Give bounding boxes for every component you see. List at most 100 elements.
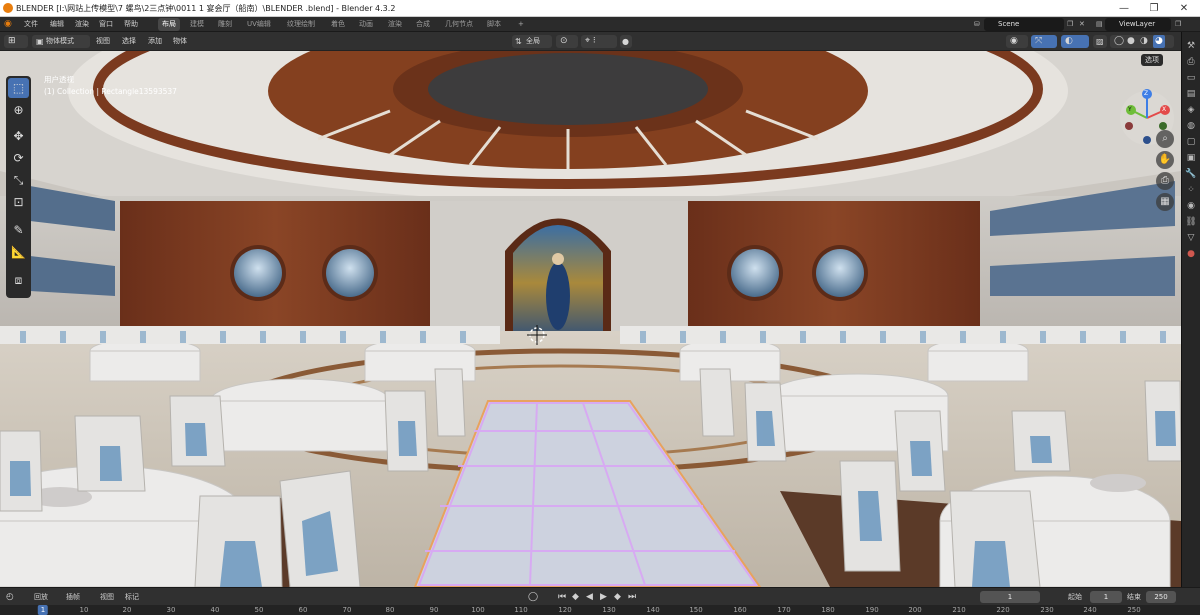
jump-end-icon[interactable]: ⏭ (628, 591, 636, 603)
measure-icon[interactable]: 📐 (8, 242, 29, 262)
transform-icon[interactable]: ⊡ (8, 192, 29, 212)
menu-window[interactable]: 窗口 (97, 19, 115, 30)
viewport-menu-add[interactable]: 添加 (148, 35, 162, 48)
menu-render[interactable]: 渲染 (73, 19, 91, 30)
keying-menu[interactable]: 插帧 (66, 591, 80, 603)
minimize-button[interactable]: — (1110, 1, 1138, 16)
editor-type-button[interactable]: ⊞ (4, 35, 28, 48)
next-keyframe-icon[interactable]: ◆ (614, 591, 621, 603)
tab-shading[interactable]: 着色 (327, 18, 349, 31)
new-scene-icon[interactable]: ❐ (1065, 19, 1075, 30)
tab-compositing[interactable]: 合成 (412, 18, 434, 31)
wireframe-shading-icon[interactable]: ◯ (1114, 35, 1124, 48)
material-properties-icon[interactable]: ● (1185, 248, 1197, 260)
tab-uv-editing[interactable]: UV编辑 (243, 18, 275, 31)
tool-properties-icon[interactable]: ⚒ (1185, 40, 1197, 52)
maximize-button[interactable]: ❐ (1140, 1, 1168, 16)
mode-selector[interactable]: ▣ 物体模式 (32, 35, 90, 48)
auto-keying-icon[interactable]: ◯ (528, 591, 538, 603)
tab-texture-paint[interactable]: 纹理绘制 (283, 18, 319, 31)
delete-scene-icon[interactable]: ✕ (1077, 19, 1087, 30)
scene-icon[interactable]: ⛁ (972, 19, 982, 30)
grid-ortho-icon[interactable]: ▦ (1156, 193, 1174, 211)
menu-file[interactable]: 文件 (22, 19, 40, 30)
end-frame-field[interactable]: 250 (1146, 591, 1176, 603)
tab-geometry-nodes[interactable]: 几何节点 (441, 18, 477, 31)
shading-mode-selector[interactable]: ◯ ● ◑ ◕ (1110, 35, 1174, 48)
collection-properties-icon[interactable]: ▢ (1185, 136, 1197, 148)
timeline-editor-type-icon[interactable]: ◴ (6, 591, 14, 603)
play-icon[interactable]: ▶ (600, 591, 607, 603)
pivot-point-selector[interactable]: ⊙ (556, 35, 578, 48)
marker-menu[interactable]: 标记 (125, 591, 139, 603)
start-frame-field[interactable]: 1 (1090, 591, 1122, 603)
scale-icon[interactable]: ⤡ (8, 170, 29, 190)
xray-toggle[interactable]: ▨ (1093, 35, 1107, 48)
options-dropdown[interactable]: 选项 (1141, 54, 1163, 66)
tab-scripting[interactable]: 脚本 (483, 18, 505, 31)
current-frame-field[interactable]: 1 (980, 591, 1040, 603)
camera-icon[interactable]: ⎙ (1156, 172, 1174, 190)
select-box-icon[interactable]: ⬚ (8, 78, 29, 98)
3d-viewport[interactable] (0, 51, 1181, 587)
viewport-menu-object[interactable]: 物体 (173, 35, 187, 48)
transform-orientation-selector[interactable]: ⇅ 全局 (512, 35, 552, 48)
physics-properties-icon[interactable]: ◉ (1185, 200, 1197, 212)
gizmo-icon: ⤧ (1035, 36, 1043, 46)
tab-layout[interactable]: 布局 (158, 18, 180, 31)
move-icon[interactable]: ✥ (8, 126, 29, 146)
annotate-icon[interactable]: ✎ (8, 220, 29, 240)
timeline-view-menu[interactable]: 视图 (100, 591, 114, 603)
object-properties-icon[interactable]: ▣ (1185, 152, 1197, 164)
view-layer-selector[interactable]: ViewLayer (1105, 18, 1171, 31)
menu-edit[interactable]: 编辑 (48, 19, 66, 30)
cursor-icon[interactable]: ⊕ (8, 100, 29, 120)
frame-tick: 100 (471, 606, 485, 614)
frame-tick: 230 (1040, 606, 1054, 614)
prev-keyframe-icon[interactable]: ◆ (572, 591, 579, 603)
hand-pan-icon[interactable]: ✋ (1156, 151, 1174, 169)
jump-start-icon[interactable]: ⏮ (558, 591, 566, 603)
tab-rendering[interactable]: 渲染 (384, 18, 406, 31)
play-reverse-icon[interactable]: ◀ (586, 591, 593, 603)
scene-properties-icon[interactable]: ◈ (1185, 104, 1197, 116)
menu-help[interactable]: 帮助 (122, 19, 140, 30)
overlay-toggle[interactable]: ◐ (1061, 35, 1089, 48)
add-workspace-icon[interactable]: + (516, 19, 526, 30)
rotate-icon[interactable]: ⟳ (8, 148, 29, 168)
gizmo-toggle[interactable]: ⤧ (1031, 35, 1057, 48)
view-layer-properties-icon[interactable]: ▤ (1185, 88, 1197, 100)
frame-tick: 40 (210, 606, 220, 614)
timeline-ruler[interactable]: 1 10 20 30 40 50 60 70 80 90 100 110 120… (0, 605, 1200, 615)
modifier-properties-icon[interactable]: 🔧 (1185, 168, 1197, 180)
tab-modeling[interactable]: 建模 (186, 18, 208, 31)
perspective-label: 用户透视 (44, 75, 74, 84)
world-properties-icon[interactable]: ◍ (1185, 120, 1197, 132)
frame-tick-current[interactable]: 1 (37, 605, 49, 615)
new-view-layer-icon[interactable]: ❐ (1173, 19, 1183, 30)
orientation-icon: ⇅ (515, 37, 522, 46)
tab-sculpting[interactable]: 雕刻 (214, 18, 236, 31)
constraints-properties-icon[interactable]: ⛓ (1185, 216, 1197, 228)
zoom-icon[interactable]: ⌕ (1156, 130, 1174, 148)
output-properties-icon[interactable]: ▭ (1185, 72, 1197, 84)
proportional-edit-toggle[interactable]: ● (620, 35, 632, 48)
playback-menu[interactable]: 回放 (34, 591, 48, 603)
tab-animation[interactable]: 动画 (355, 18, 377, 31)
add-cube-icon[interactable]: ⧈ (8, 270, 29, 290)
particles-properties-icon[interactable]: ⁘ (1185, 184, 1197, 196)
view-layer-icon[interactable]: ▤ (1094, 19, 1105, 30)
close-button[interactable]: ✕ (1170, 1, 1198, 16)
render-properties-icon[interactable]: ⎙ (1185, 56, 1197, 68)
data-properties-icon[interactable]: ▽ (1185, 232, 1197, 244)
viewport-menu-view[interactable]: 视图 (96, 35, 110, 48)
blender-logo-icon (3, 3, 13, 13)
viewport-menu-select[interactable]: 选择 (122, 35, 136, 48)
snap-selector[interactable]: ⌖ ⁝ (581, 35, 617, 48)
material-shading-icon[interactable]: ◑ (1140, 35, 1148, 48)
visibility-selector[interactable]: ◉ (1006, 35, 1028, 48)
blender-menu-icon[interactable]: ◉ (2, 19, 14, 30)
rendered-shading-icon[interactable]: ◕ (1153, 35, 1165, 48)
solid-shading-icon[interactable]: ● (1127, 35, 1135, 48)
scene-selector[interactable]: Scene (984, 18, 1064, 31)
